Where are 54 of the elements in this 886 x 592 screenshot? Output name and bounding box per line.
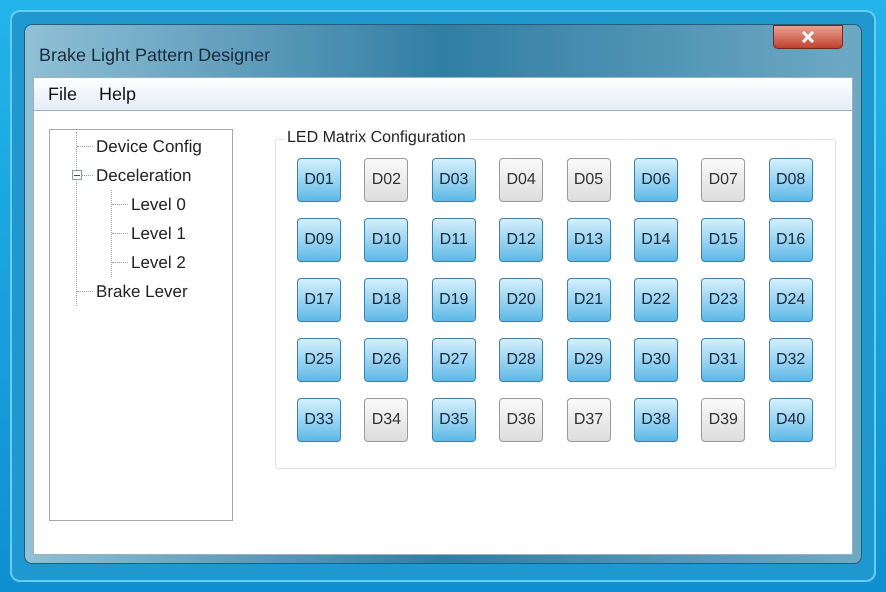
led-toggle[interactable]: D30 <box>634 338 678 382</box>
led-toggle[interactable]: D18 <box>364 278 408 322</box>
window-title: Brake Light Pattern Designer <box>39 44 270 67</box>
led-toggle[interactable]: D21 <box>566 278 610 322</box>
led-toggle[interactable]: D31 <box>701 338 746 382</box>
led-toggle[interactable]: D34 <box>364 398 408 442</box>
led-toggle[interactable]: D38 <box>634 398 678 442</box>
tree-item[interactable]: Deceleration <box>93 162 192 188</box>
led-toggle[interactable]: D16 <box>768 218 813 262</box>
group-title: LED Matrix Configuration <box>284 129 469 147</box>
led-toggle[interactable]: D05 <box>566 158 610 202</box>
led-toggle[interactable]: D26 <box>364 338 408 382</box>
led-toggle[interactable]: D08 <box>768 158 813 202</box>
led-toggle[interactable]: D15 <box>701 218 746 262</box>
close-icon <box>801 31 815 43</box>
led-toggle[interactable]: D14 <box>634 218 678 262</box>
tree-item[interactable]: Brake Lever <box>93 278 188 304</box>
led-toggle[interactable]: D12 <box>499 218 544 262</box>
led-toggle[interactable]: D36 <box>499 398 544 442</box>
led-toggle[interactable]: D35 <box>432 398 476 442</box>
led-toggle[interactable]: D25 <box>297 338 341 382</box>
led-toggle[interactable]: D19 <box>432 278 476 322</box>
led-toggle[interactable]: D24 <box>768 278 813 322</box>
led-toggle[interactable]: D07 <box>701 158 746 202</box>
led-toggle[interactable]: D10 <box>364 218 408 262</box>
tree-view[interactable]: Device Config Deceleration Level 0 Level 1 Level 2 Brake Lever <box>49 129 233 521</box>
led-toggle[interactable]: D22 <box>634 278 678 322</box>
led-toggle[interactable]: D27 <box>432 338 476 382</box>
close-button[interactable] <box>773 25 843 49</box>
led-toggle[interactable]: D29 <box>566 338 610 382</box>
led-toggle[interactable]: D28 <box>499 338 544 382</box>
menu-item[interactable]: File <box>48 80 78 108</box>
led-toggle[interactable]: D39 <box>701 398 746 442</box>
led-toggle[interactable]: D17 <box>297 278 341 322</box>
led-toggle[interactable]: D02 <box>364 158 408 202</box>
led-toggle[interactable]: D11 <box>432 218 476 262</box>
led-toggle[interactable]: D32 <box>768 338 813 382</box>
led-toggle[interactable]: D09 <box>297 218 341 262</box>
led-toggle[interactable]: D13 <box>566 218 610 262</box>
led-toggle[interactable]: D20 <box>499 278 544 322</box>
led-toggle[interactable]: D37 <box>566 398 610 442</box>
led-toggle[interactable]: D23 <box>701 278 746 322</box>
led-toggle[interactable]: D33 <box>297 398 341 442</box>
tree-item[interactable]: Device Config <box>93 134 202 160</box>
collapse-icon[interactable] <box>72 170 82 180</box>
tree-item[interactable]: Level 0 <box>128 192 186 218</box>
led-toggle[interactable]: D40 <box>768 398 813 442</box>
led-toggle[interactable]: D06 <box>634 158 678 202</box>
led-toggle[interactable]: D04 <box>499 158 544 202</box>
led-toggle[interactable]: D01 <box>297 158 341 202</box>
tree-item[interactable]: Level 1 <box>128 220 186 246</box>
tree-item[interactable]: Level 2 <box>128 250 186 276</box>
menu-item[interactable]: Help <box>99 80 136 108</box>
led-toggle[interactable]: D03 <box>432 158 476 202</box>
